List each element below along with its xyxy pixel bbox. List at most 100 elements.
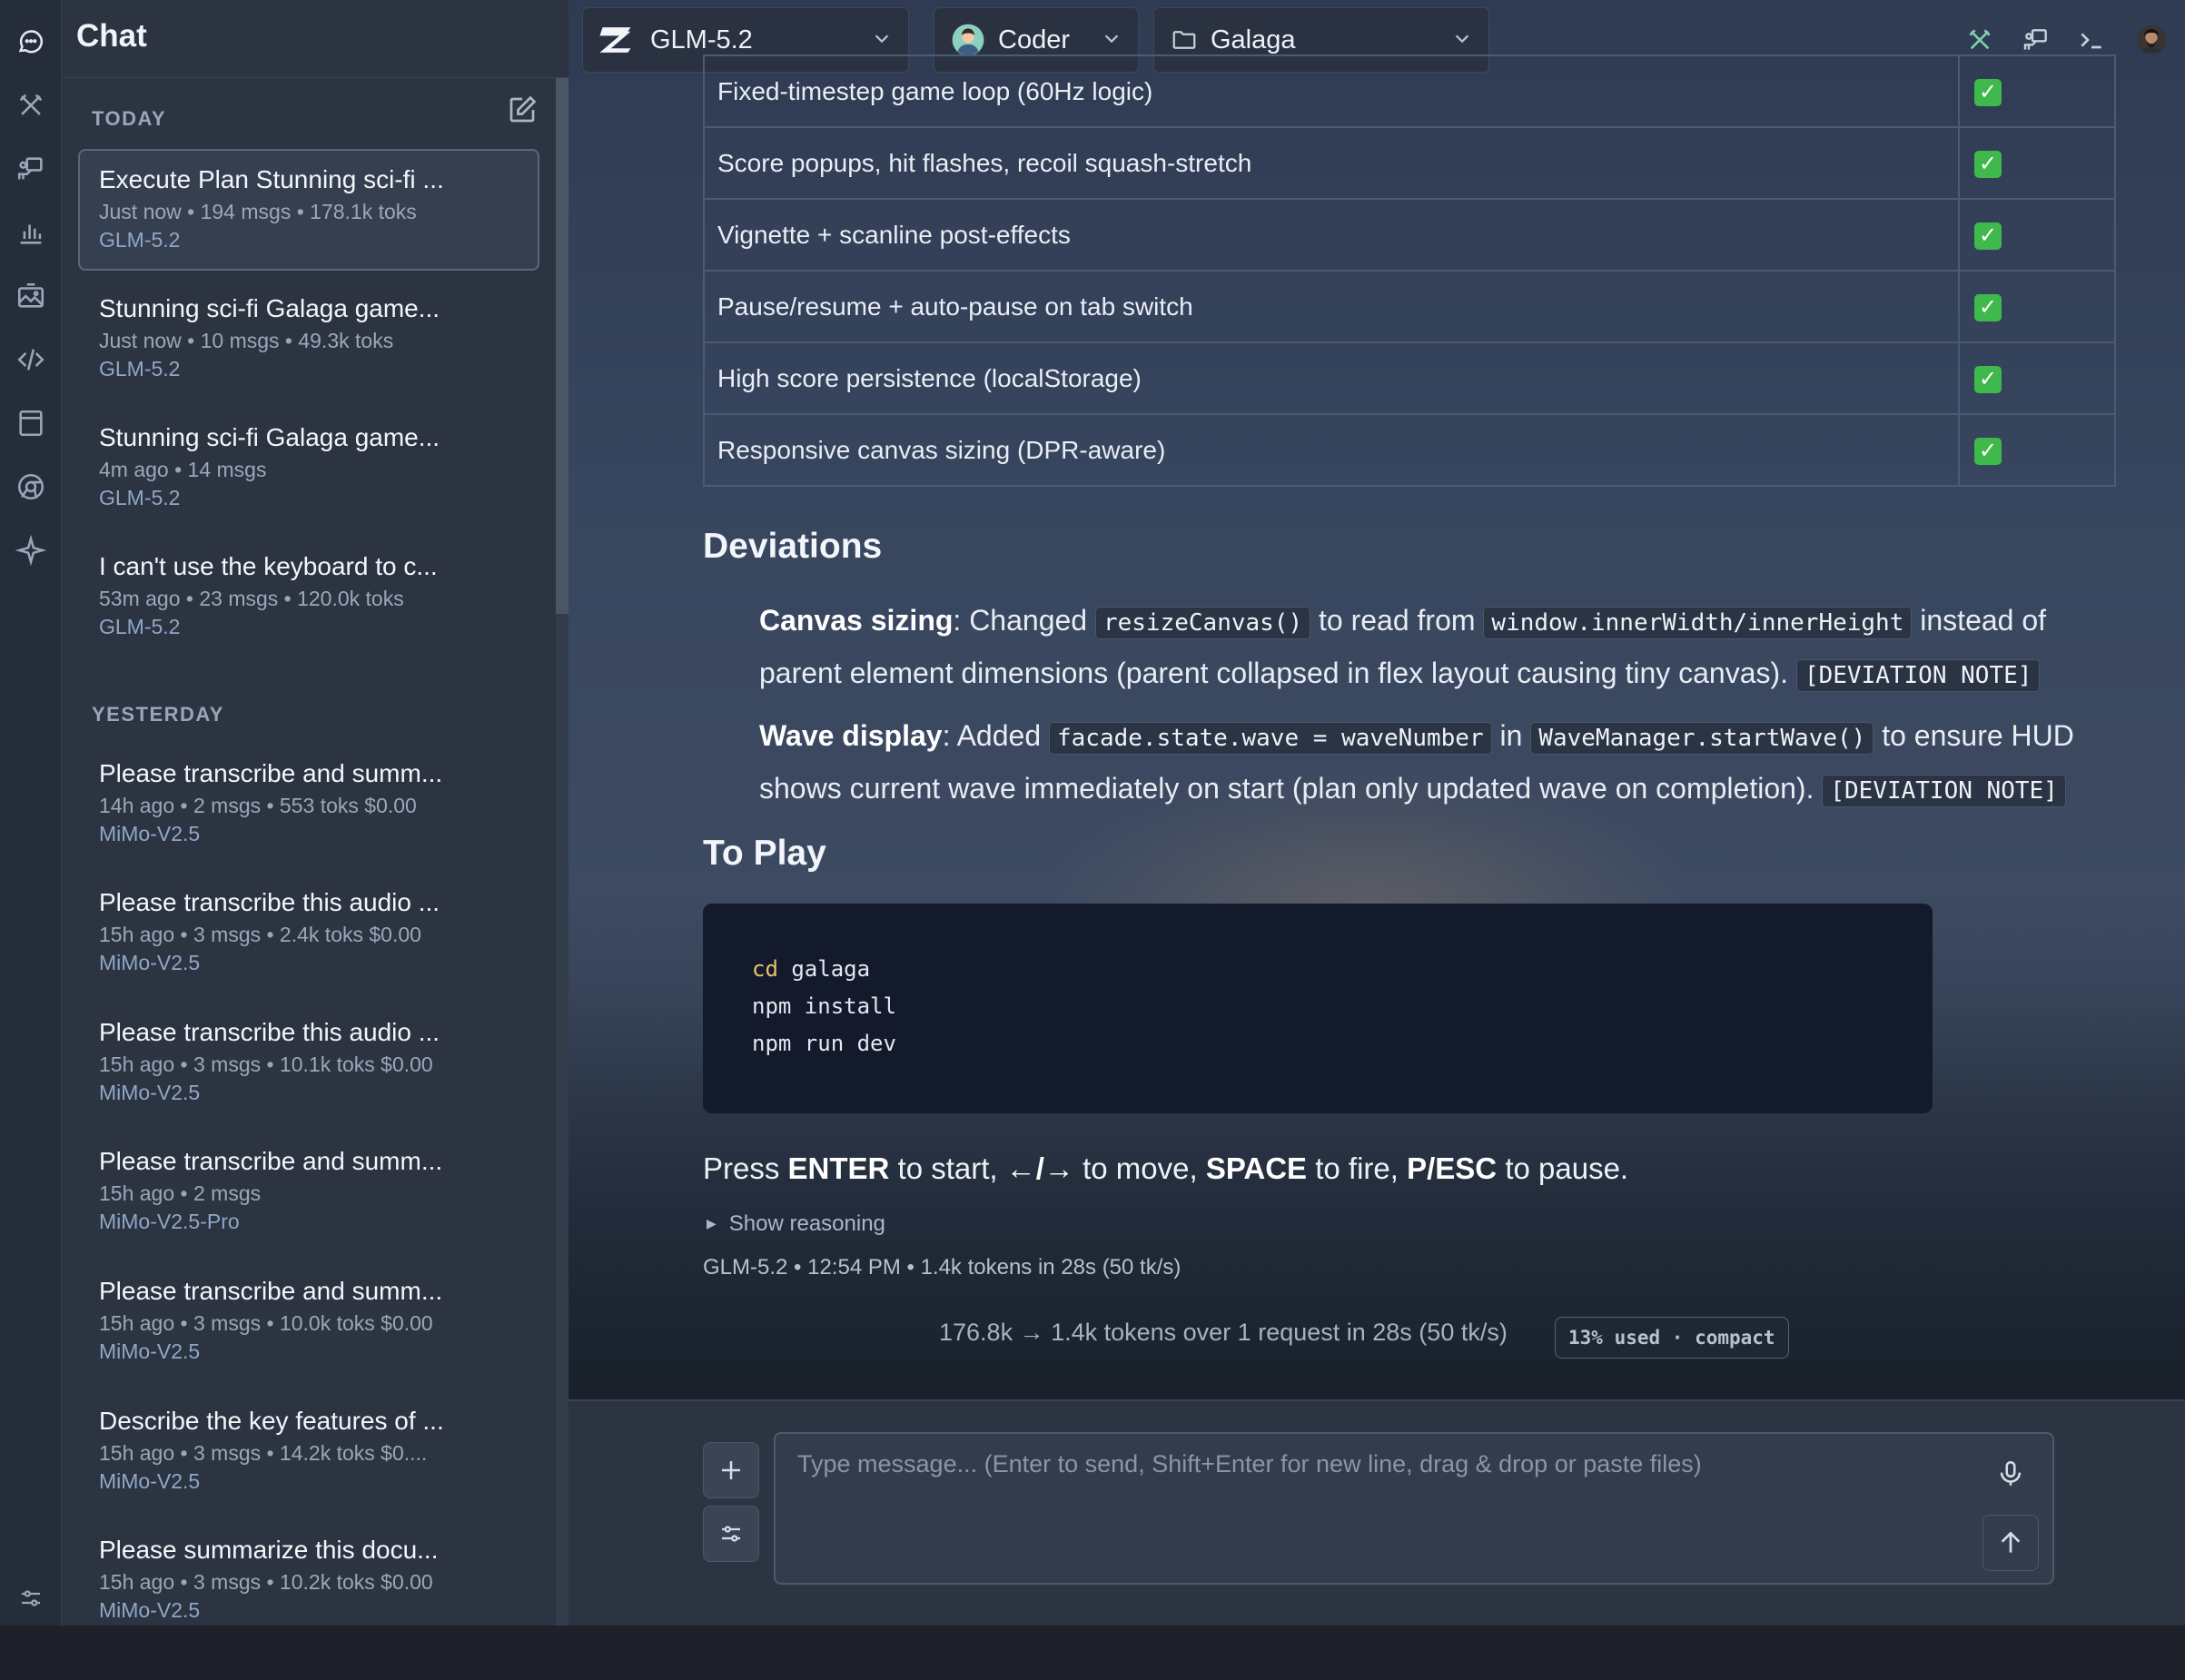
chat-item-model: GLM-5.2 <box>99 615 181 638</box>
chat-item-title: Please transcribe this audio ... <box>99 1018 440 1046</box>
model-select-label: GLM-5.2 <box>650 25 753 54</box>
chat-item[interactable]: Please transcribe and summ... 15h ago • … <box>78 1131 539 1252</box>
chat-item[interactable]: Please transcribe and summ... 15h ago • … <box>78 1260 539 1382</box>
chat-item-model: MiMo-V2.5-Pro <box>99 1210 240 1233</box>
table-row: Pause/resume + auto-pause on tab switch … <box>703 270 2116 343</box>
table-cell-status: ✓ <box>1958 341 2116 415</box>
chat-item-meta: 4m ago • 14 msgs <box>99 458 267 481</box>
deviation-label: Canvas sizing <box>759 604 954 637</box>
deviation-text: : Changed <box>953 604 1095 637</box>
chat-item-model: MiMo-V2.5 <box>99 822 201 845</box>
instr-text: to move, <box>1073 1151 1206 1185</box>
usage-summary: 176.8k → 1.4k tokens over 1 request in 2… <box>939 1319 1508 1346</box>
chat-item[interactable]: Execute Plan Stunning sci-fi ... Just no… <box>78 149 539 271</box>
options-sliders-icon[interactable] <box>703 1506 759 1562</box>
show-reasoning-toggle[interactable]: ▶ Show reasoning <box>707 1211 885 1237</box>
image-icon[interactable] <box>9 274 53 318</box>
chat-item-meta: Just now • 10 msgs • 49.3k toks <box>99 329 394 352</box>
instr-text: to pause. <box>1497 1151 1629 1185</box>
chat-item[interactable]: Please transcribe and summ... 14h ago • … <box>78 743 539 865</box>
chat-item-meta: 53m ago • 23 msgs • 120.0k toks <box>99 587 404 610</box>
chat-item-title: I can't use the keyboard to c... <box>99 552 438 580</box>
chat-item[interactable]: Please transcribe this audio ... 15h ago… <box>78 872 539 993</box>
deviation-label: Wave display <box>759 719 943 752</box>
chat-item[interactable]: Please transcribe this audio ... 15h ago… <box>78 1002 539 1123</box>
user-avatar[interactable] <box>2129 17 2174 63</box>
context-usage-badge[interactable]: 13% used · compact <box>1555 1317 1789 1359</box>
check-mark-icon: ✓ <box>1974 151 2002 178</box>
app-rail <box>0 0 62 1626</box>
chat-item-meta: 15h ago • 3 msgs • 14.2k toks $0.... <box>99 1441 428 1465</box>
check-mark-icon: ✓ <box>1974 222 2002 250</box>
chart-icon[interactable] <box>9 211 53 254</box>
to-play-heading: To Play <box>703 834 826 873</box>
deviation-item-wave: Wave display: Added facade.state.wave = … <box>759 711 2121 816</box>
microphone-icon[interactable] <box>1991 1452 2031 1496</box>
settings-sliders-icon[interactable] <box>9 1580 53 1616</box>
code-keyword: cd <box>752 956 778 982</box>
instr-key: ENTER <box>787 1151 890 1185</box>
inline-code: WaveManager.startWave() <box>1530 722 1874 755</box>
chat-item-title: Stunning sci-fi Galaga game... <box>99 294 440 322</box>
code-line: cd galaga <box>752 951 1933 988</box>
tools-icon[interactable] <box>9 84 53 127</box>
chat-item-model: GLM-5.2 <box>99 486 181 509</box>
instr-key: SPACE <box>1205 1151 1308 1185</box>
chat-item[interactable]: Stunning sci-fi Galaga game... Just now … <box>78 278 539 400</box>
chat-item-model: MiMo-V2.5 <box>99 1598 201 1622</box>
chat-item-title: Please summarize this docu... <box>99 1536 439 1564</box>
check-mark-icon: ✓ <box>1974 79 2002 106</box>
chat-item-model: MiMo-V2.5 <box>99 1469 201 1493</box>
chat-item[interactable]: Describe the key features of ... 15h ago… <box>78 1390 539 1512</box>
table-cell-feature: Pause/resume + auto-pause on tab switch <box>703 270 1960 343</box>
table-row: Fixed-timestep game loop (60Hz logic) ✓ <box>703 54 2116 128</box>
table-row: Vignette + scanline post-effects ✓ <box>703 198 2116 272</box>
code-text: galaga <box>777 956 871 982</box>
chat-item-title: Please transcribe and summ... <box>99 1147 443 1175</box>
instr-text: Press <box>703 1151 788 1185</box>
message-input[interactable] <box>774 1432 2054 1585</box>
instr-key: P/ESC <box>1407 1151 1498 1185</box>
chat-sidebar: Chat TODAY Execute Plan Stunning sci-fi … <box>62 0 568 1626</box>
composer <box>568 1399 2185 1626</box>
window-bottom-strip <box>0 1626 2185 1680</box>
chevron-down-icon <box>1452 25 1472 55</box>
sidebar-title: Chat <box>76 18 147 54</box>
chat-item-model: GLM-5.2 <box>99 357 181 380</box>
deviation-note-tag: [DEVIATION NOTE] <box>1795 659 2041 692</box>
chat-icon[interactable] <box>9 20 53 64</box>
chat-item[interactable]: Please summarize this docu... 15h ago • … <box>78 1519 539 1626</box>
new-chat-icon[interactable] <box>503 91 541 129</box>
browser-icon[interactable] <box>9 465 53 509</box>
sidebar-scrollbar-thumb[interactable] <box>556 78 568 614</box>
sidebar-scrollbar[interactable] <box>556 78 568 1626</box>
chat-item-meta: 15h ago • 2 msgs <box>99 1181 262 1205</box>
chat-item-model: MiMo-V2.5 <box>99 951 201 974</box>
presentation-icon[interactable] <box>9 147 53 191</box>
send-arrow-icon[interactable] <box>1982 1515 2039 1571</box>
code-icon[interactable] <box>9 338 53 381</box>
table-cell-status: ✓ <box>1958 54 2116 128</box>
instr-text: to fire, <box>1307 1151 1408 1185</box>
chat-item-model: MiMo-V2.5 <box>99 1081 201 1104</box>
chat-item-meta: 15h ago • 3 msgs • 10.2k toks $0.00 <box>99 1570 433 1594</box>
check-mark-icon: ✓ <box>1974 366 2002 393</box>
chat-item-meta: Just now • 194 msgs • 178.1k toks <box>99 200 417 223</box>
table-cell-feature: Score popups, hit flashes, recoil squash… <box>703 126 1960 200</box>
instr-text: to start, <box>889 1151 1006 1185</box>
folder-icon <box>1171 26 1198 54</box>
calculator-icon[interactable] <box>9 401 53 445</box>
attach-plus-icon[interactable] <box>703 1442 759 1498</box>
table-cell-status: ✓ <box>1958 198 2116 272</box>
section-label-today: TODAY <box>92 107 167 130</box>
chat-item[interactable]: Stunning sci-fi Galaga game... 4m ago • … <box>78 407 539 529</box>
sidebar-header: Chat <box>62 0 568 78</box>
table-row: Score popups, hit flashes, recoil squash… <box>703 126 2116 200</box>
check-mark-icon: ✓ <box>1974 438 2002 465</box>
sparkle-icon[interactable] <box>9 529 53 572</box>
deviation-note-tag: [DEVIATION NOTE] <box>1822 775 2066 807</box>
persona-select-label: Coder <box>998 25 1070 54</box>
chat-item[interactable]: I can't use the keyboard to c... 53m ago… <box>78 536 539 657</box>
chevron-down-icon <box>872 25 892 55</box>
controls-instructions: Press ENTER to start, ←/→ to move, SPACE… <box>703 1151 1628 1186</box>
